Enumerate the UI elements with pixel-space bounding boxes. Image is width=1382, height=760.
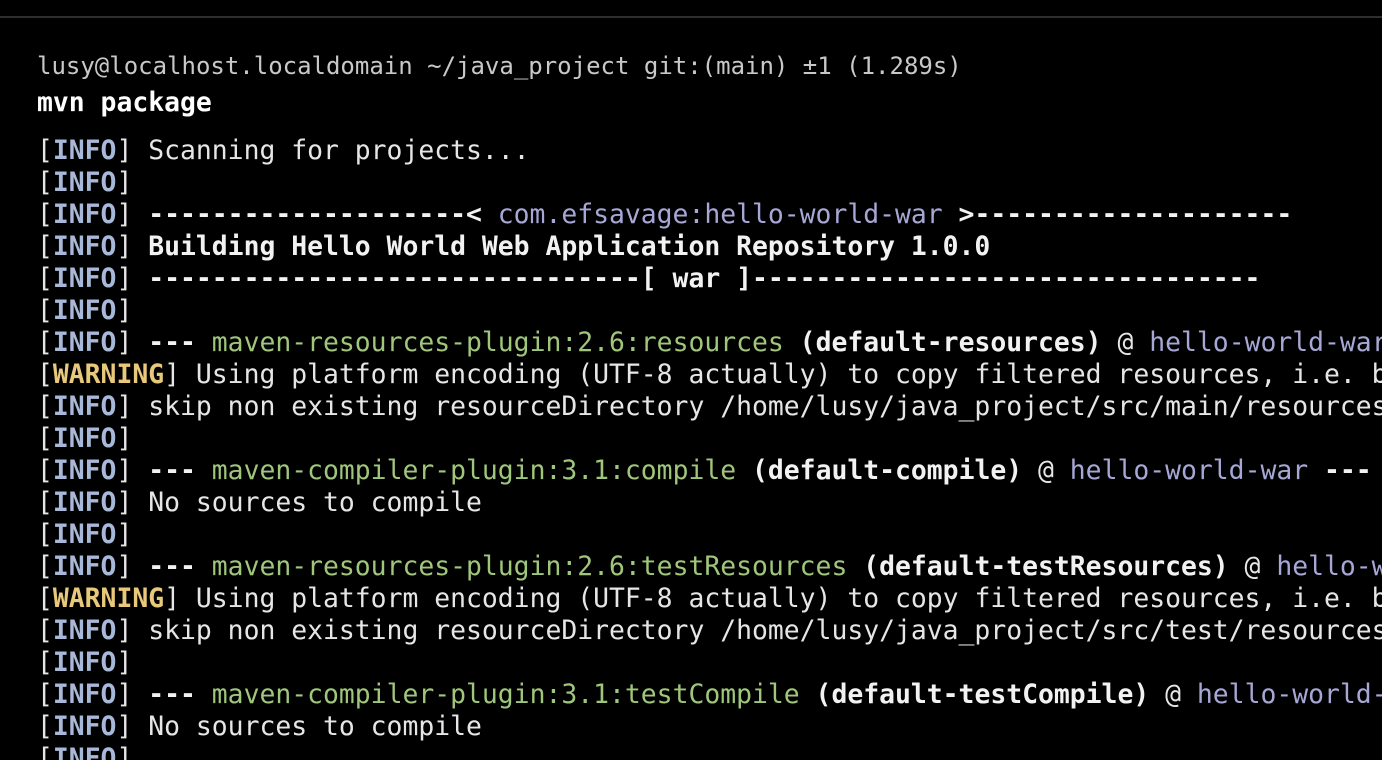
terminal-output: [INFO] Scanning for projects... [INFO] [… <box>37 135 1382 760</box>
line-text: Using platform encoding (UTF-8 actually)… <box>195 583 1382 614</box>
window-top-border <box>0 16 1382 18</box>
output-line: [INFO] skip non existing resourceDirecto… <box>37 615 1382 647</box>
info-tag: INFO <box>52 487 117 518</box>
plugin-goal: maven-resources-plugin:2.6:testResources <box>211 551 848 582</box>
separator-text: --- <box>132 455 212 486</box>
info-tag: INFO <box>52 167 117 198</box>
output-line: [INFO] --- maven-resources-plugin:2.6:re… <box>37 327 1382 359</box>
output-line: [WARNING] Using platform encoding (UTF-8… <box>37 359 1382 391</box>
output-line: [INFO] No sources to compile <box>37 487 482 518</box>
output-line: [INFO] -------------------------------[ … <box>37 263 1261 294</box>
warning-tag: WARNING <box>52 359 165 390</box>
info-tag: INFO <box>52 391 117 422</box>
artifact-id: hello-world-war --- <box>1149 327 1382 358</box>
output-line: [INFO] <box>37 519 133 550</box>
line-text: Using platform encoding (UTF-8 actually)… <box>195 359 1382 390</box>
at-sign: @ <box>1101 327 1150 358</box>
separator-text: >-------------------- <box>942 199 1293 230</box>
command-line: mvn package <box>37 87 212 118</box>
info-tag: INFO <box>52 679 117 710</box>
output-line: [INFO] --------------------< com.efsavag… <box>37 199 1293 230</box>
info-tag: INFO <box>52 327 117 358</box>
execution-id: (default-resources) <box>783 327 1102 358</box>
artifact-id: hello-world-war --- <box>1276 551 1382 582</box>
line-text: No sources to compile <box>132 487 482 518</box>
terminal-window[interactable]: lusy@localhost.localdomain ~/java_projec… <box>0 0 1382 760</box>
separator-text: --- <box>132 327 212 358</box>
artifact-id: hello-world-war --- <box>1196 679 1382 710</box>
separator-text: --- <box>132 679 212 710</box>
output-line: [INFO] Building Hello World Web Applicat… <box>37 231 991 262</box>
output-line: [INFO] --- maven-compiler-plugin:3.1:com… <box>37 455 1372 486</box>
info-tag: INFO <box>52 295 117 326</box>
output-line: [INFO] <box>37 743 1382 760</box>
info-tag: INFO <box>52 135 117 166</box>
output-line: [WARNING] Using platform encoding (UTF-8… <box>37 583 1382 615</box>
line-text: skip non existing resourceDirectory /hom… <box>132 391 1382 422</box>
info-tag: INFO <box>52 615 117 646</box>
line-text: Scanning for projects... <box>132 135 530 166</box>
output-line: [INFO] skip non existing resourceDirecto… <box>37 391 1382 423</box>
plugin-goal: maven-resources-plugin:2.6:resources <box>211 327 784 358</box>
output-line: [INFO] <box>37 647 133 678</box>
line-text: No sources to compile <box>132 711 482 742</box>
info-tag: INFO <box>52 711 117 742</box>
plugin-goal: maven-compiler-plugin:3.1:testCompile <box>211 679 800 710</box>
info-tag: INFO <box>52 519 117 550</box>
packaging-separator: -------------------------------[ war ]--… <box>132 263 1261 294</box>
separator-text: --- <box>132 551 212 582</box>
artifact-id: hello-world-war <box>1069 455 1309 486</box>
execution-id: (default-testResources) <box>847 551 1229 582</box>
output-line: [INFO] <box>37 295 133 326</box>
output-line: [INFO] --- maven-resources-plugin:2.6:te… <box>37 551 1382 583</box>
separator-text: --------------------< <box>132 199 498 230</box>
info-tag: INFO <box>52 455 117 486</box>
info-tag: INFO <box>52 263 117 294</box>
output-line: [INFO] No sources to compile <box>37 711 482 742</box>
at-sign: @ <box>1228 551 1277 582</box>
artifact-id: com.efsavage:hello-world-war <box>497 199 943 230</box>
info-tag: INFO <box>52 551 117 582</box>
info-tag: INFO <box>52 199 117 230</box>
line-text: skip non existing resourceDirectory /hom… <box>132 615 1382 646</box>
warning-tag: WARNING <box>52 583 165 614</box>
separator-text: --- <box>1308 455 1372 486</box>
execution-id: (default-compile) <box>736 455 1023 486</box>
shell-prompt: lusy@localhost.localdomain ~/java_projec… <box>37 52 962 80</box>
output-line: [INFO] <box>37 167 133 198</box>
info-tag: INFO <box>52 231 117 262</box>
execution-id: (default-testCompile) <box>799 679 1150 710</box>
output-line: [INFO] Scanning for projects... <box>37 135 530 166</box>
plugin-goal: maven-compiler-plugin:3.1:compile <box>211 455 737 486</box>
output-line: [INFO] --- maven-compiler-plugin:3.1:tes… <box>37 679 1382 711</box>
build-title: Building Hello World Web Application Rep… <box>132 231 991 262</box>
info-tag: INFO <box>52 647 117 678</box>
info-tag: INFO <box>52 743 117 760</box>
output-line: [INFO] <box>37 423 133 454</box>
info-tag: INFO <box>52 423 117 454</box>
at-sign: @ <box>1149 679 1197 710</box>
at-sign: @ <box>1022 455 1070 486</box>
